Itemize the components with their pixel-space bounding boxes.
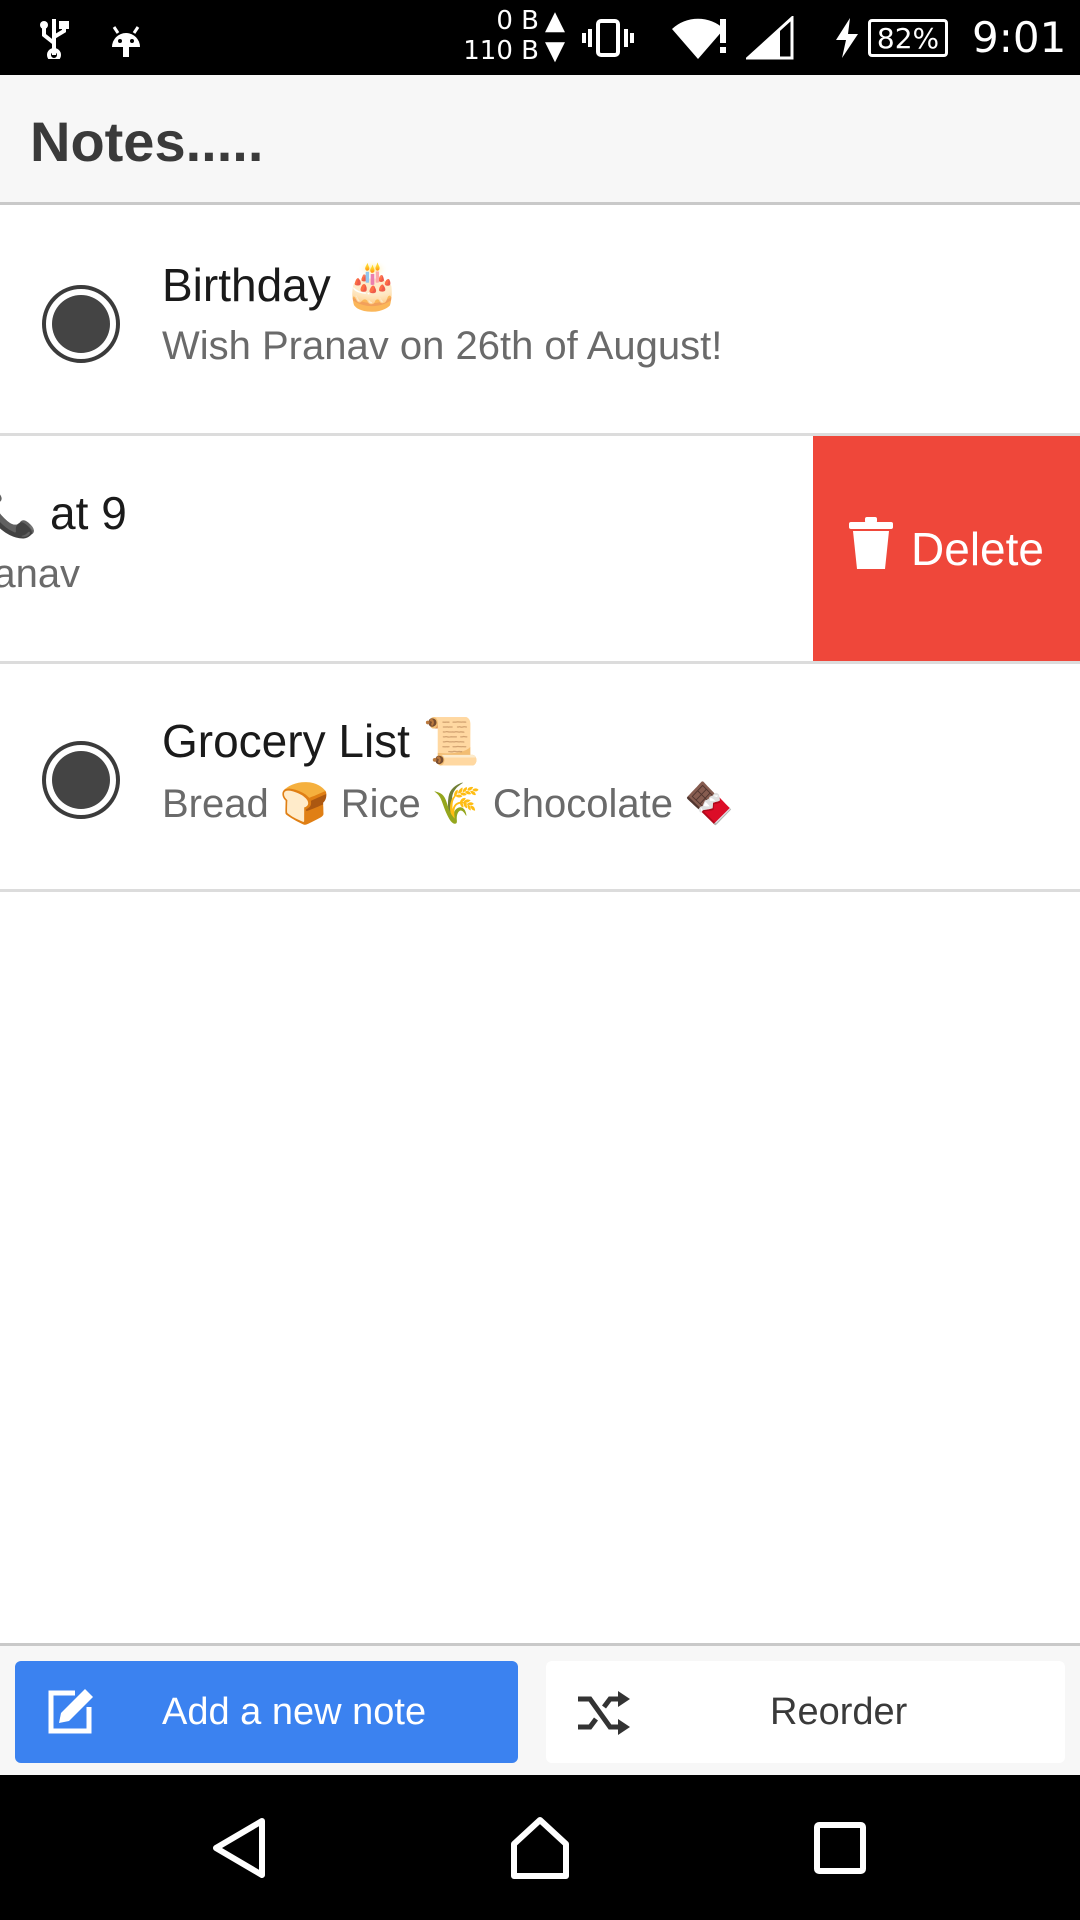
add-note-label: Add a new note [162,1691,427,1733]
radio-dot [52,295,110,353]
usb-icon [34,0,74,75]
back-icon [213,1817,265,1878]
data-traffic-indicator: 0 B ▲ 110 B ▼ [455,6,565,70]
note-radio[interactable] [42,285,120,363]
note-title: 📞 at 9 [0,487,127,539]
note-item[interactable]: Birthday 🎂 Wish Pranav on 26th of August… [0,208,1080,436]
home-icon [511,1816,569,1879]
note-body: ranav [0,552,81,596]
recents-icon [814,1821,866,1874]
battery-icon: 82% [868,19,948,57]
reorder-button[interactable]: Reorder [546,1661,1065,1763]
charging-icon [832,0,862,75]
system-nav-bar [0,1775,1080,1920]
delete-button[interactable]: Delete [813,436,1080,661]
status-clock: 9:01 [972,13,1067,62]
page-title: Notes..... [30,110,264,173]
note-title: Birthday 🎂 [162,259,401,311]
note-body: Bread 🍞 Rice 🌾 Chocolate 🍫 [162,782,734,826]
android-debug-icon [106,0,146,75]
home-button[interactable] [480,1775,600,1920]
recents-button[interactable] [780,1775,900,1920]
data-down-value: 110 B [463,36,539,66]
note-body: Wish Pranav on 26th of August! [162,324,723,368]
arrow-down-icon: ▼ [545,36,565,66]
notes-list: Birthday 🎂 Wish Pranav on 26th of August… [0,208,1080,892]
note-item[interactable]: Grocery List 📜 Bread 🍞 Rice 🌾 Chocolate … [0,664,1080,892]
note-title: Grocery List 📜 [162,715,481,767]
delete-label: Delete [911,522,1044,575]
edit-icon [45,1687,95,1747]
status-bar: 0 B ▲ 110 B ▼ 82% 9:01 [0,0,1080,75]
cell-signal-icon [745,0,795,75]
vibrate-icon [580,0,636,75]
data-up-value: 0 B [496,6,539,36]
app-bar: Notes..... [0,75,1080,205]
note-item-swiped[interactable]: 📞 at 9 ranav Delete [0,436,1080,664]
add-note-button[interactable]: Add a new note [15,1661,518,1763]
shuffle-icon [576,1691,632,1745]
back-button[interactable] [180,1775,300,1920]
reorder-label: Reorder [770,1691,908,1733]
trash-icon [849,517,894,580]
arrow-up-icon: ▲ [545,6,565,36]
note-radio[interactable] [42,741,120,819]
bottom-toolbar: Add a new note Reorder [0,1643,1080,1775]
radio-dot [52,751,110,809]
wifi-icon [670,0,730,75]
battery-level: 82% [876,21,940,55]
